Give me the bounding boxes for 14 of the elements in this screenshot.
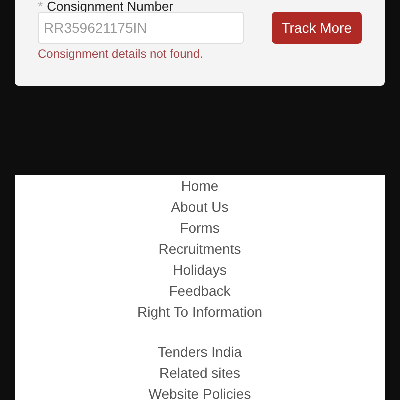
footer-link[interactable]: Related sites — [160, 366, 240, 380]
required-mark: * — [38, 0, 44, 12]
footer-link[interactable]: Tenders India — [158, 345, 242, 359]
footer-link[interactable]: Feedback — [169, 284, 231, 298]
footer-link[interactable]: Home — [181, 179, 219, 193]
footer-link[interactable]: Holidays — [173, 263, 227, 277]
field-label: Consignment Number — [47, 0, 174, 12]
error-message: Consignment details not found. — [38, 47, 204, 61]
footer-link[interactable]: Forms — [180, 221, 220, 235]
footer-link[interactable]: Website Policies — [148, 387, 252, 400]
track-more-button[interactable]: Track More — [272, 12, 362, 44]
footer-link[interactable]: Recruitments — [158, 242, 242, 256]
footer-link[interactable]: Right To Information — [137, 305, 263, 319]
footer-link[interactable]: About Us — [171, 200, 229, 214]
